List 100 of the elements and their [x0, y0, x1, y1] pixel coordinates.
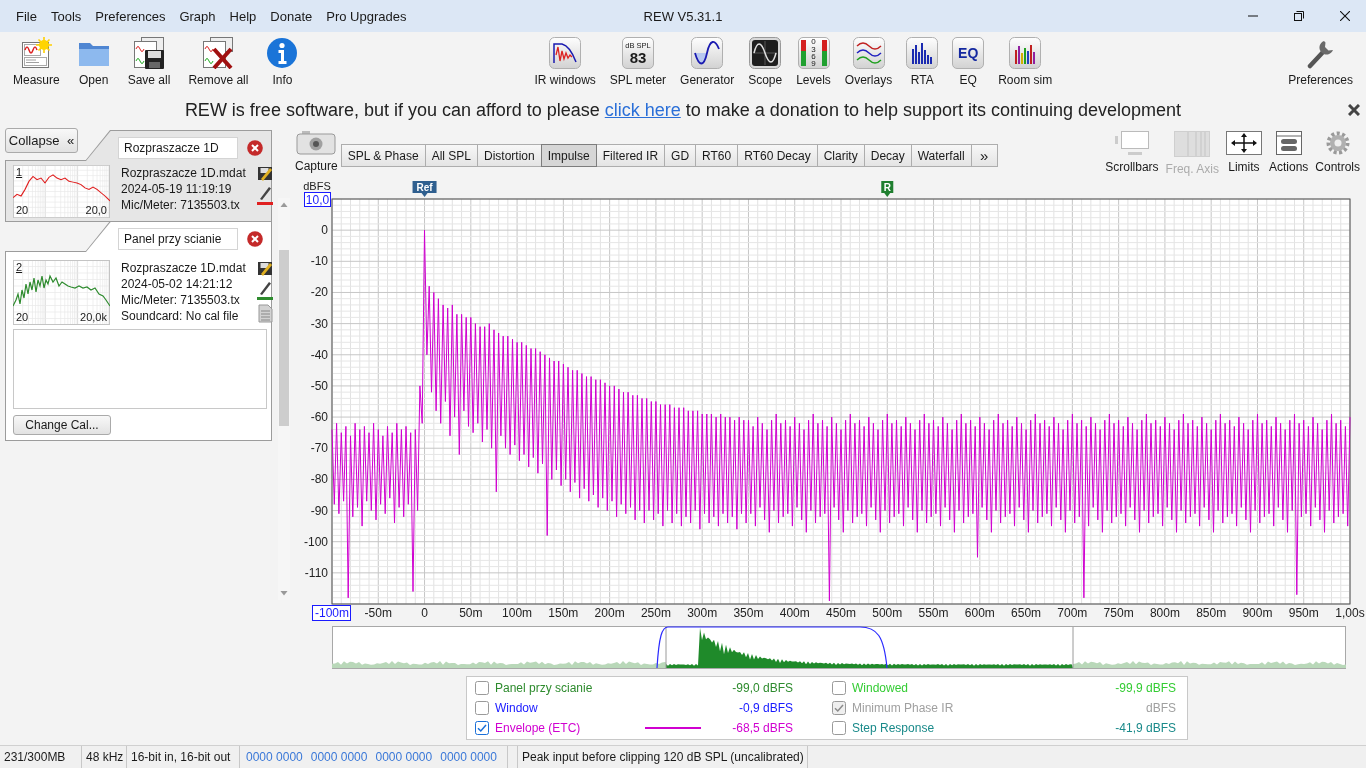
save-icon[interactable]	[256, 165, 273, 181]
trace-value: -99,9 dBFS	[1114, 681, 1176, 695]
measurement-info: Soundcard: No cal file	[121, 308, 240, 324]
x-tick-label: 900m	[1242, 606, 1273, 620]
collapse-button[interactable]: Collapse «	[5, 128, 78, 153]
checkbox[interactable]	[832, 681, 846, 695]
actions-button[interactable]: Actions	[1268, 131, 1309, 174]
bar-spectrum-icon[interactable]	[906, 37, 939, 69]
overlays-button[interactable]: Overlays	[840, 37, 897, 87]
menu-item[interactable]: Tools	[43, 8, 89, 24]
colored-bars-icon[interactable]	[1009, 37, 1042, 69]
eq-logo-tile[interactable]: EQ	[952, 37, 985, 69]
measurement-name-field[interactable]: Rozpraszacze 1D	[118, 137, 238, 159]
info-button[interactable]: Info	[262, 37, 303, 87]
menu-item[interactable]: Preferences	[88, 8, 173, 24]
menu-item[interactable]: Help	[222, 8, 264, 24]
level-meter-display[interactable]: 0369	[797, 37, 830, 69]
close-icon[interactable]	[1348, 104, 1360, 116]
save-all-button[interactable]: Save all	[123, 37, 175, 87]
y-tick-label: 0	[321, 223, 328, 238]
impulse-window-icon[interactable]	[549, 37, 582, 69]
four-arrows-icon[interactable]	[1225, 131, 1262, 155]
graph-tab[interactable]: All SPL	[424, 144, 478, 167]
settings-gear-icon[interactable]	[1325, 131, 1350, 155]
x-tick-label: 250m	[640, 606, 671, 620]
y-max-field[interactable]: 10,0	[304, 192, 331, 207]
remove-icon[interactable]	[247, 140, 263, 156]
pen-icon[interactable]	[256, 280, 273, 300]
info-icon[interactable]	[266, 37, 299, 69]
x-tick-label: 50m	[459, 606, 483, 620]
measurement-tab[interactable]: Panel przy scianie	[85, 221, 272, 252]
measure-button[interactable]: Measure	[9, 37, 64, 87]
levels-button[interactable]: 0369 Levels	[792, 37, 835, 87]
preferences-button[interactable]: Preferences	[1284, 37, 1357, 87]
checkbox[interactable]	[475, 681, 489, 695]
graph-tab[interactable]: RT60 Decay	[737, 144, 818, 167]
controls-button[interactable]: Controls	[1315, 131, 1360, 174]
room-sim-button[interactable]: Room sim	[994, 37, 1057, 87]
donation-link[interactable]: click here	[604, 99, 681, 120]
x-tick-label: 150m	[548, 606, 579, 620]
scope-button[interactable]: Scope	[744, 37, 787, 87]
menu-item[interactable]: Donate	[263, 8, 320, 24]
graph-tab[interactable]: Decay	[863, 144, 912, 167]
remove-all-button[interactable]: Remove all	[184, 37, 253, 87]
checkbox[interactable]	[475, 721, 489, 735]
checkbox[interactable]	[475, 701, 489, 715]
graph-tab[interactable]: Clarity	[816, 144, 865, 167]
trace-value: -0,9 dBFS	[737, 701, 793, 715]
graph-tab[interactable]: Filtered IR	[595, 144, 666, 167]
sheet-with-star-icon[interactable]	[20, 37, 53, 69]
camera-icon[interactable]	[296, 131, 337, 155]
graph-tab[interactable]: Impulse	[540, 144, 597, 167]
graph-tab[interactable]: GD	[664, 144, 697, 167]
x-tick-label: 300m	[687, 606, 718, 620]
close-icon[interactable]	[1340, 11, 1350, 21]
graph-tab[interactable]: Waterfall	[910, 144, 972, 167]
menu-item[interactable]: Pro Upgrades	[319, 8, 414, 24]
more-tabs-button[interactable]: »	[970, 144, 998, 167]
open-button[interactable]: Open	[73, 37, 114, 87]
limits-button[interactable]: Limits	[1225, 131, 1262, 174]
restore-icon[interactable]	[1294, 11, 1304, 21]
floppy-disk-icon[interactable]	[133, 37, 166, 69]
measurement-info: Rozpraszacze 1D.mdat	[121, 260, 246, 276]
oscilloscope-icon[interactable]	[749, 37, 782, 69]
menu-item[interactable]: File	[9, 8, 44, 24]
axis-start-label: 20	[16, 204, 29, 216]
change-cal-button[interactable]: Change Cal...	[13, 415, 111, 435]
scrollbars-button[interactable]: Scrollbars	[1105, 131, 1159, 174]
window-bars-icon[interactable]	[1275, 131, 1302, 155]
menu-item[interactable]: Graph	[172, 8, 223, 24]
graph-tab[interactable]: RT60	[695, 144, 739, 167]
measurement-info: 2024-05-19 11:19:19	[121, 181, 233, 197]
sine-wave-icon[interactable]	[691, 37, 724, 69]
x-tick-label: 350m	[733, 606, 764, 620]
capture-button[interactable]: Capture	[295, 131, 338, 173]
y-tick-label: -10	[310, 254, 328, 269]
status-message: Peak input before clipping 120 dB SPL (uncalibrated)	[518, 746, 808, 768]
graph-tab[interactable]: Distortion	[477, 144, 542, 167]
three-waves-icon[interactable]	[852, 37, 885, 69]
measurement-name-field[interactable]: Panel przy scianie	[118, 228, 238, 250]
remove-icon[interactable]	[247, 231, 263, 247]
trace-label: Panel przy scianie	[495, 681, 594, 695]
impulse-overview-drawing[interactable]	[332, 626, 1346, 669]
graph-tab[interactable]: SPL & Phase	[340, 144, 426, 167]
measurement-tab[interactable]: Rozpraszacze 1D	[85, 130, 272, 161]
rta-button[interactable]: RTA	[902, 37, 943, 87]
trace-label: Envelope (ETC)	[495, 721, 582, 735]
trace-label: Window	[495, 701, 539, 715]
eq-button[interactable]: EQ EQ	[948, 37, 989, 87]
ir-windows-button[interactable]: IR windows	[530, 37, 600, 87]
sheets-cross-icon[interactable]	[202, 37, 235, 69]
meter-scale-text: 0369	[810, 38, 817, 68]
measurement-info: Rozpraszacze 1D.mdat	[121, 165, 246, 181]
generator-button[interactable]: Generator	[676, 37, 739, 87]
notes-field[interactable]	[13, 329, 267, 409]
pen-icon[interactable]	[256, 185, 273, 205]
save-icon[interactable]	[256, 260, 273, 276]
checkbox[interactable]	[832, 721, 846, 735]
display-reading-text: 83	[629, 50, 647, 65]
x-min-field[interactable]: -100m	[312, 605, 351, 621]
